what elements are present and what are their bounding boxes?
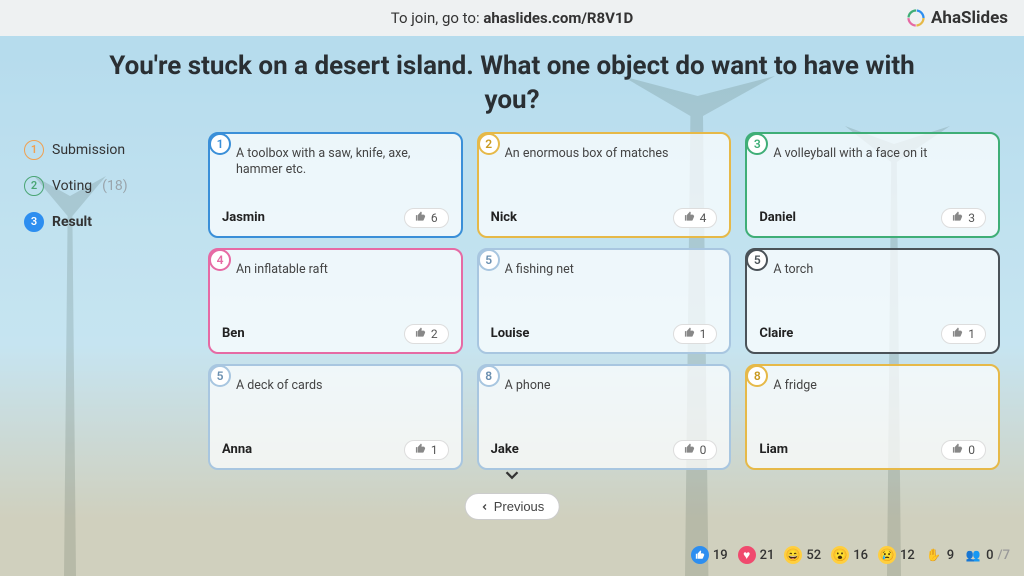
step-voting[interactable]: 2 Voting (18) <box>24 176 184 196</box>
answers-grid: 1A toolbox with a saw, knife, axe, hamme… <box>208 132 1000 470</box>
thumbs-up-icon <box>415 327 426 341</box>
answer-card[interactable]: 2An enormous box of matches Nick 4 <box>477 132 732 238</box>
heart-icon: ♥ <box>738 546 756 564</box>
participants-count: 👥0/7 <box>964 546 1010 564</box>
rank-badge: 8 <box>478 365 500 387</box>
answer-text: A phone <box>505 378 718 440</box>
expand-chevron[interactable] <box>501 464 523 490</box>
step-badge: 2 <box>24 176 44 196</box>
author-name: Ben <box>222 326 245 341</box>
vote-count: 1 <box>700 327 707 341</box>
vote-pill[interactable]: 6 <box>404 208 449 228</box>
question-text: You're stuck on a desert island. What on… <box>24 46 1000 132</box>
answer-card[interactable]: 1A toolbox with a saw, knife, axe, hamme… <box>208 132 463 238</box>
vote-pill[interactable]: 1 <box>673 324 718 344</box>
vote-count: 1 <box>968 327 975 341</box>
answer-text: A fridge <box>773 378 986 440</box>
step-count: (18) <box>102 178 127 194</box>
reaction-sad[interactable]: 😢12 <box>878 546 915 564</box>
rank-badge: 5 <box>746 249 768 271</box>
laugh-icon: 😄 <box>784 546 802 564</box>
rank-badge: 3 <box>746 133 768 155</box>
step-submission[interactable]: 1 Submission <box>24 140 184 160</box>
step-label: Result <box>52 214 92 230</box>
rank-badge: 5 <box>478 249 500 271</box>
reaction-like[interactable]: 19 <box>691 546 728 564</box>
step-label: Voting <box>52 178 92 194</box>
answer-text: A torch <box>773 262 986 324</box>
top-bar: To join, go to: ahaslides.com/R8V1D AhaS… <box>0 0 1024 36</box>
answer-text: A toolbox with a saw, knife, axe, hammer… <box>236 146 449 208</box>
vote-pill[interactable]: 2 <box>404 324 449 344</box>
answer-card[interactable]: 5A torch Claire 1 <box>745 248 1000 354</box>
rank-badge: 5 <box>209 365 231 387</box>
steps-sidebar: 1 Submission 2 Voting (18) 3 Result <box>24 132 184 472</box>
answer-text: A deck of cards <box>236 378 449 440</box>
sad-icon: 😢 <box>878 546 896 564</box>
answer-text: An inflatable raft <box>236 262 449 324</box>
reaction-love[interactable]: ♥21 <box>738 546 775 564</box>
thumbs-up-icon <box>684 211 695 225</box>
brand-logo: AhaSlides <box>907 8 1008 28</box>
chevron-left-icon <box>480 502 490 512</box>
previous-label: Previous <box>494 499 545 514</box>
chevron-down-icon <box>501 464 523 486</box>
join-url: ahaslides.com/R8V1D <box>483 9 633 27</box>
step-label: Submission <box>52 142 125 158</box>
answer-card[interactable]: 3A volleyball with a face on itDaniel3 <box>745 132 1000 238</box>
answer-text: An enormous box of matches <box>505 146 718 208</box>
author-name: Daniel <box>759 210 796 225</box>
thumbs-up-icon <box>691 546 709 564</box>
join-text: To join, go to: ahaslides.com/R8V1D <box>391 9 634 27</box>
reactions-bar: 19 ♥21 😄52 😮16 😢12 ✋9 👥0/7 <box>691 546 1010 564</box>
reaction-laugh[interactable]: 😄52 <box>784 546 821 564</box>
people-icon: 👥 <box>964 546 982 564</box>
brand-icon <box>907 9 925 27</box>
author-name: Nick <box>491 210 517 225</box>
thumbs-up-icon <box>952 327 963 341</box>
thumbs-up-icon <box>952 211 963 225</box>
answer-card[interactable]: 4An inflatable raft Ben 2 <box>208 248 463 354</box>
answer-card[interactable]: 5A fishing net Louise 1 <box>477 248 732 354</box>
vote-count: 3 <box>968 211 975 225</box>
vote-pill[interactable]: 3 <box>941 208 986 228</box>
rank-badge: 2 <box>478 133 500 155</box>
previous-button[interactable]: Previous <box>465 493 560 520</box>
brand-name: AhaSlides <box>931 8 1008 28</box>
thumbs-up-icon <box>684 327 695 341</box>
step-badge: 1 <box>24 140 44 160</box>
reaction-hand[interactable]: ✋9 <box>925 546 954 564</box>
author-name: Jasmin <box>222 210 265 225</box>
vote-pill[interactable]: 4 <box>673 208 718 228</box>
answer-text: A volleyball with a face on it <box>773 146 986 208</box>
hand-icon: ✋ <box>925 546 943 564</box>
step-result[interactable]: 3 Result <box>24 212 184 232</box>
wow-icon: 😮 <box>831 546 849 564</box>
rank-badge: 1 <box>209 133 231 155</box>
thumbs-up-icon <box>415 211 426 225</box>
vote-count: 6 <box>431 211 438 225</box>
vote-count: 4 <box>700 211 707 225</box>
reaction-wow[interactable]: 😮16 <box>831 546 868 564</box>
answer-text: A fishing net <box>505 262 718 324</box>
rank-badge: 4 <box>209 249 231 271</box>
vote-pill[interactable]: 1 <box>941 324 986 344</box>
author-name: Claire <box>759 326 793 341</box>
rank-badge: 8 <box>746 365 768 387</box>
step-badge: 3 <box>24 212 44 232</box>
author-name: Louise <box>491 326 530 341</box>
vote-count: 2 <box>431 327 438 341</box>
